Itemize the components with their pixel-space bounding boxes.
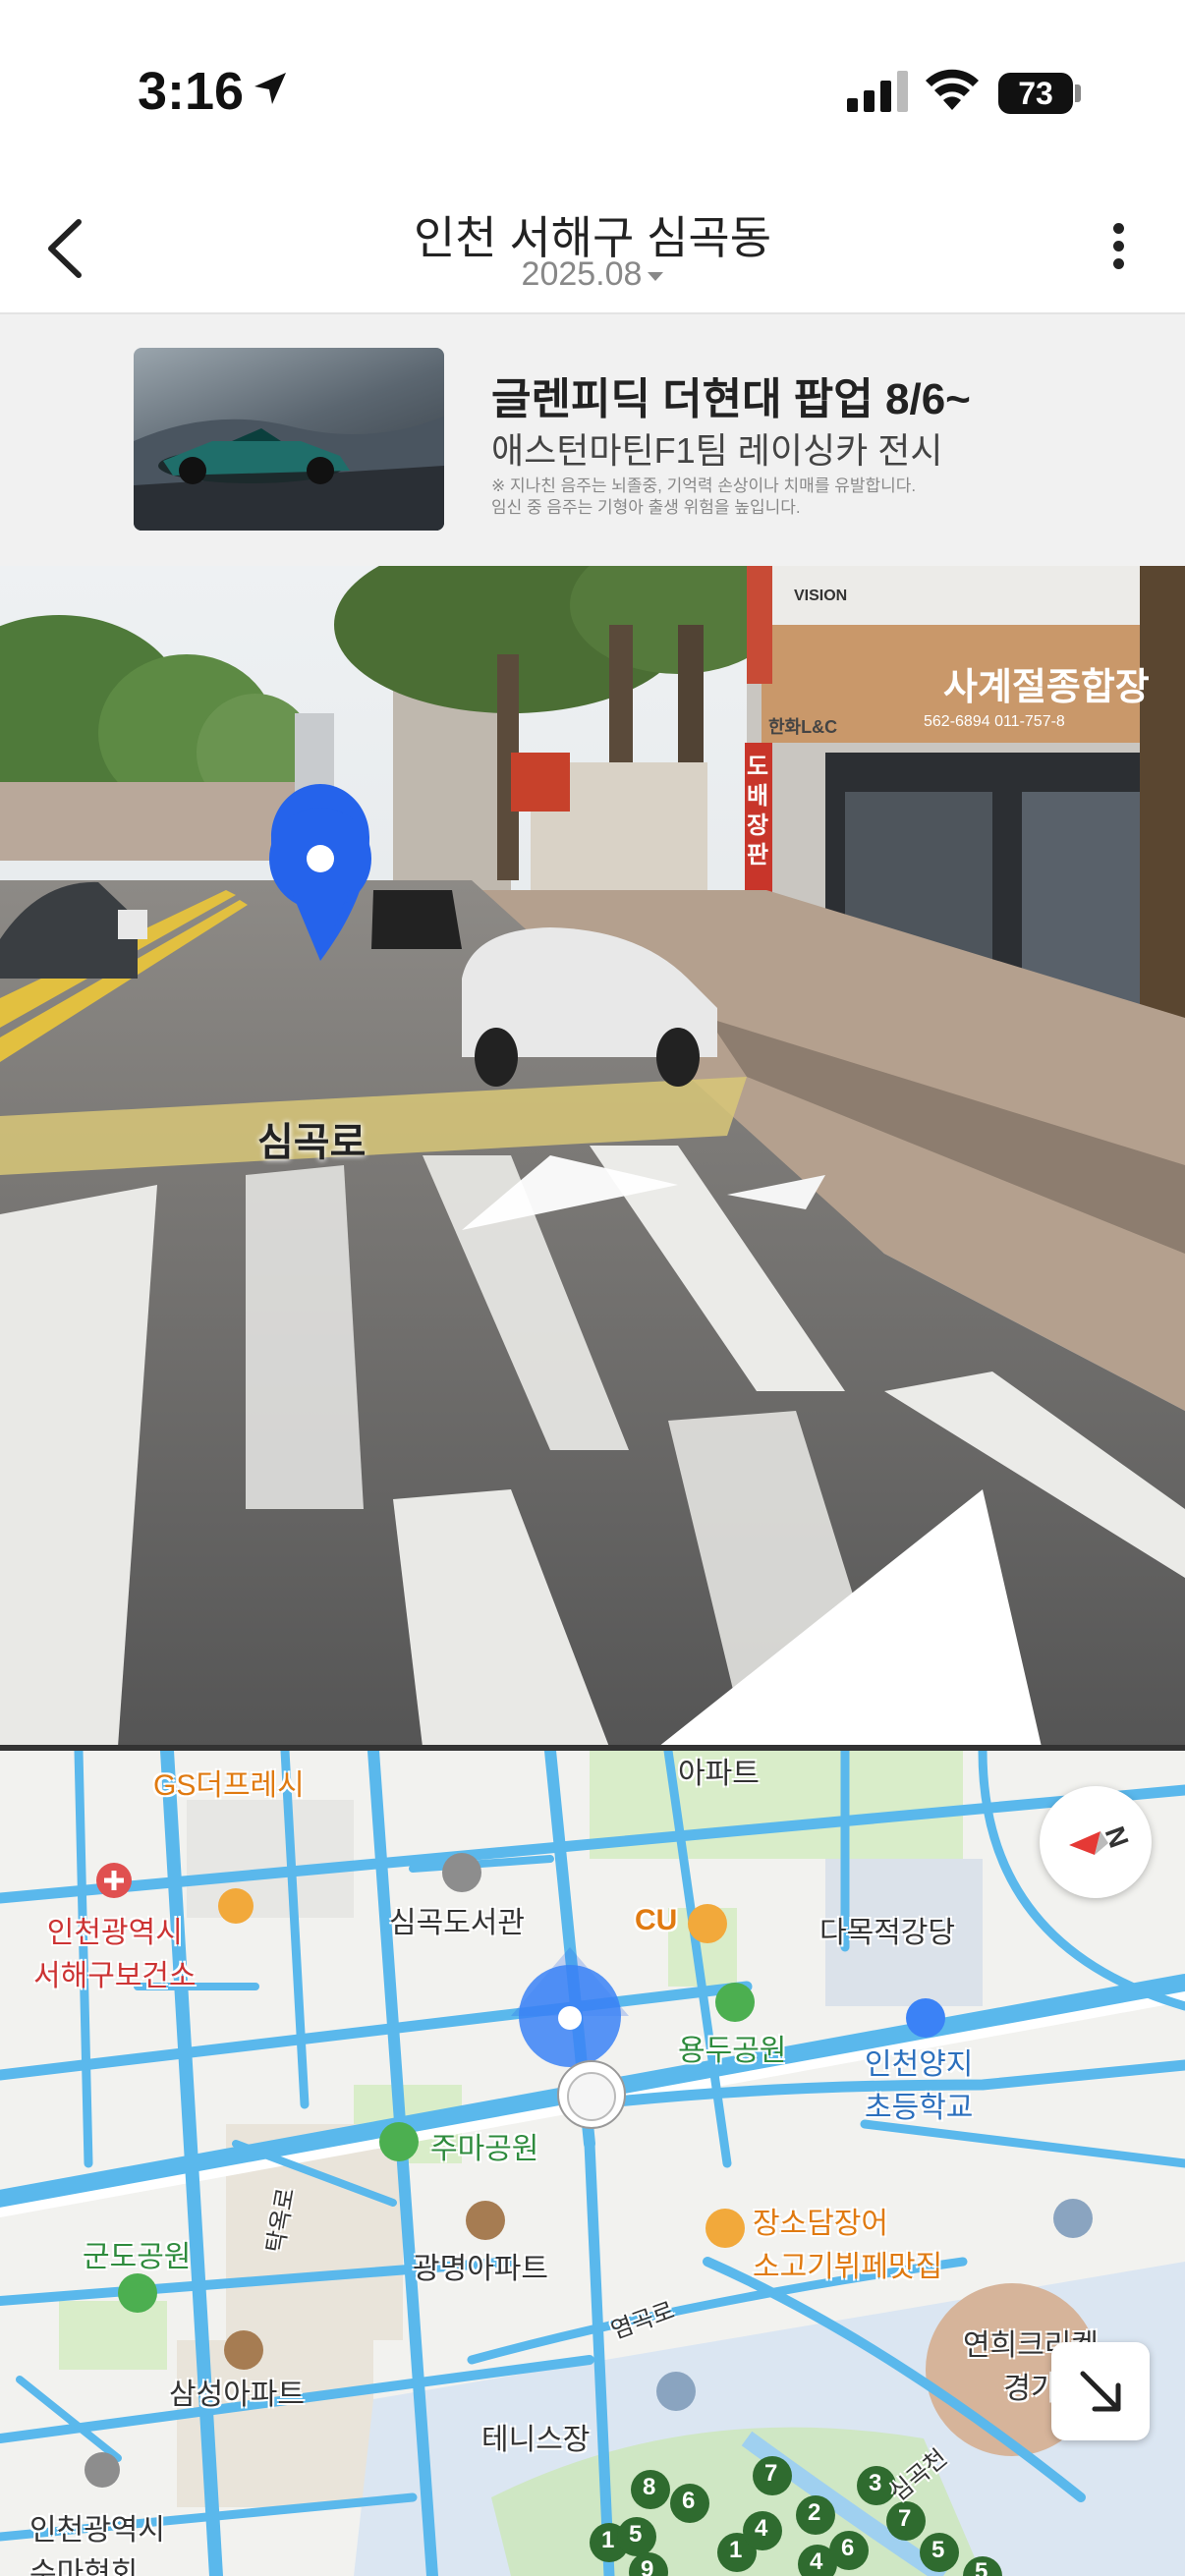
shop-sign-phone: 562-6894 011-757-8	[924, 713, 1065, 730]
ad-warning-line: 임신 중 음주는 기형아 출생 위험을 높입니다.	[491, 498, 801, 517]
shop-sign-brand: 한화L&C	[768, 717, 838, 737]
location-arrow-icon	[254, 73, 286, 104]
shop-sign: 사계절종합장	[943, 667, 1150, 708]
vertical-sign: 도배장판	[747, 754, 769, 868]
ad-banner[interactable]: 글렌피딕 더현대 팝업 8/6~ 애스턴마틴F1팀 레이싱카 전시 ※ 지나친 …	[0, 314, 1185, 566]
ad-image	[134, 348, 444, 531]
wifi-icon	[926, 69, 979, 110]
street-view-panorama[interactable]: 심곡로 사계절종합장 한화L&C 562-6894 011-757-8 VISI…	[0, 566, 1185, 1747]
date-label: 2025.08	[521, 255, 643, 293]
expand-map-button[interactable]	[1051, 2342, 1150, 2440]
ad-subline: 애스턴마틴F1팀 레이싱카 전시	[491, 430, 943, 471]
nav-bar: 인천 서해구 심곡동 2025.08	[0, 187, 1185, 314]
battery-indicator: 73	[998, 73, 1073, 114]
compass-button[interactable]: N	[1040, 1786, 1152, 1898]
ad-warning: ※ 지나친 음주는 뇌졸중, 기억력 손상이나 치매를 유발합니다. 임신 중 …	[491, 476, 916, 519]
road-label: 심곡로	[257, 1121, 367, 1164]
clock: 3:16	[138, 62, 245, 121]
date-selector[interactable]: 2025.08	[0, 255, 1185, 294]
cellular-signal-icon	[847, 71, 908, 112]
compass-icon	[1069, 1831, 1108, 1855]
expand-arrow-icon	[1080, 2371, 1121, 2412]
caret-down-icon	[648, 271, 664, 281]
ad-headline: 글렌피딕 더현대 팝업 8/6~	[491, 375, 971, 423]
ad-warning-line: ※ 지나친 음주는 뇌졸중, 기억력 손상이나 치매를 유발합니다.	[491, 476, 917, 495]
street-view-image	[0, 566, 1185, 1747]
tree-markers: 8 6 7 3 1 5 1 4 2 7 5 4 6 9 5	[601, 2460, 988, 2576]
battery-cap	[1075, 84, 1081, 102]
more-options-icon[interactable]	[1099, 216, 1138, 285]
status-bar: 3:16 73	[0, 0, 1185, 187]
building-sign: VISION	[794, 588, 848, 604]
mini-map[interactable]: GS더프레시 아파트 인천광역시 서해구보건소 심곡도서관 CU 다목적강당 용두…	[0, 1751, 1185, 2576]
